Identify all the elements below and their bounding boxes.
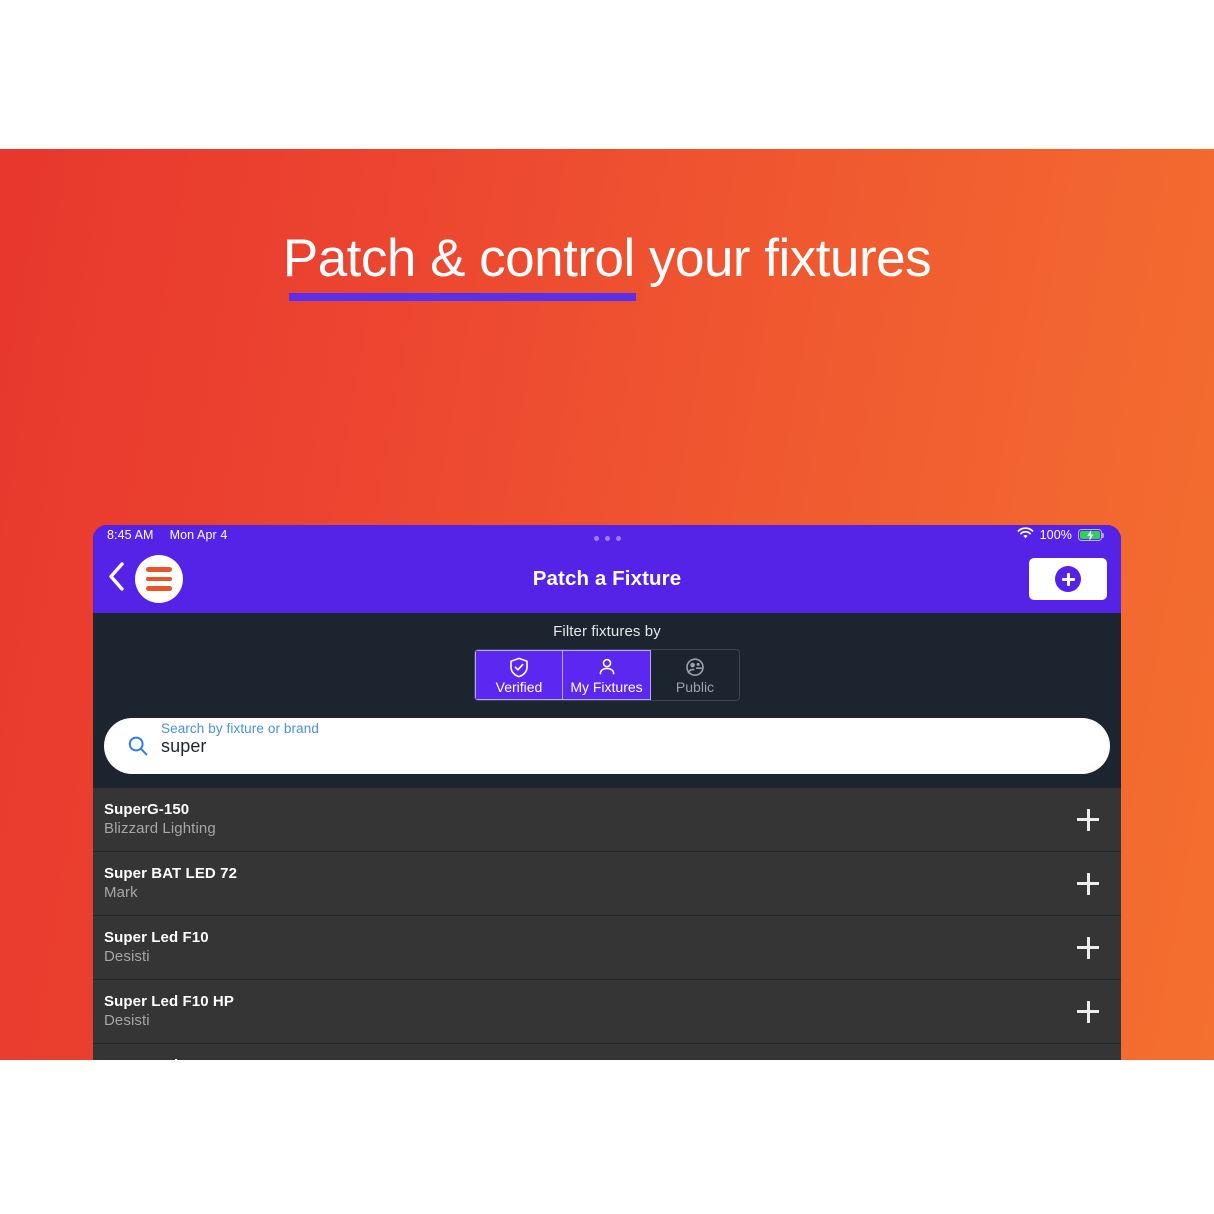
plus-icon[interactable] xyxy=(1077,872,1099,895)
fixture-brand: Desisti xyxy=(104,948,150,966)
table-row[interactable]: Super Led F10 Desisti xyxy=(93,916,1121,980)
filter-section: Filter fixtures by Verified My Fixtures … xyxy=(93,613,1121,718)
search-section: Search by fixture or brand super xyxy=(93,718,1121,788)
hero-banner: Patch & control your fixtures 8:45 AM Mo… xyxy=(0,149,1214,1060)
filter-option-public[interactable]: Public xyxy=(651,650,739,700)
add-fixture-button[interactable] xyxy=(1029,558,1107,600)
multitasking-dots-icon[interactable] xyxy=(93,536,1121,541)
app-navigation-bar: Patch a Fixture xyxy=(93,536,1121,613)
table-row[interactable]: Super Led F10 HP Desisti xyxy=(93,980,1121,1044)
page-title: Patch a Fixture xyxy=(532,567,682,590)
public-group-icon xyxy=(685,657,705,678)
filter-segmented-control: Verified My Fixtures Public xyxy=(93,649,1121,718)
tablet-device-mockup: 8:45 AM Mon Apr 4 100% Patch a Fixture F… xyxy=(93,525,1121,1060)
fixture-name: SuperG-150 xyxy=(104,800,190,818)
search-input[interactable]: Search by fixture or brand super xyxy=(104,718,1110,774)
plus-icon[interactable] xyxy=(1077,936,1099,959)
plus-circle-icon xyxy=(1055,566,1081,592)
hamburger-menu-button[interactable] xyxy=(135,555,183,603)
table-row[interactable]: Super Led F10 VWDesisti xyxy=(93,1044,1121,1060)
search-input-floating-label: Search by fixture or brand xyxy=(161,720,319,736)
fixture-name: Super BAT LED 72 xyxy=(104,864,238,882)
fixture-results-list[interactable]: SuperG-150 Blizzard Lighting Super BAT LED… xyxy=(93,788,1121,1060)
fixture-row-texts: Super Led F10 Desisti xyxy=(104,928,1077,968)
plus-icon[interactable] xyxy=(1077,808,1099,831)
hamburger-menu-icon xyxy=(146,567,172,572)
filter-option-verified-label: Verified xyxy=(495,678,543,695)
hamburger-menu-icon-bar2 xyxy=(146,576,172,582)
table-row[interactable]: SuperG-150 Blizzard Lighting xyxy=(93,788,1121,852)
filter-option-verified[interactable]: Verified xyxy=(475,650,563,700)
search-icon xyxy=(126,734,152,758)
plus-icon[interactable] xyxy=(1077,1000,1099,1023)
fixture-name: Super Led F10 HP xyxy=(104,992,234,1010)
filter-option-my-fixtures[interactable]: My Fixtures xyxy=(563,650,651,700)
headline-wrap: Patch & control your fixtures xyxy=(0,229,1214,288)
fixture-row-texts: Super Led F10 VWDesisti xyxy=(104,1056,1077,1060)
table-row[interactable]: Super BAT LED 72 Mark xyxy=(93,852,1121,916)
page-headline: Patch & control your fixtures xyxy=(282,229,932,288)
filter-section-label: Filter fixtures by xyxy=(553,623,661,640)
fixture-row-texts: Super BAT LED 72 Mark xyxy=(104,864,1077,904)
fixture-row-texts: Super Led F10 HP Desisti xyxy=(104,992,1077,1032)
status-bar: 8:45 AM Mon Apr 4 100% xyxy=(93,525,1121,545)
person-icon xyxy=(597,657,617,678)
page-root: Patch & control your fixtures 8:45 AM Mo… xyxy=(0,0,1214,1214)
filter-option-public-label: Public xyxy=(675,678,715,695)
fixture-row-texts: SuperG-150 Blizzard Lighting xyxy=(104,800,1077,840)
headline-accent-underline xyxy=(289,293,636,301)
shield-check-icon xyxy=(509,657,529,678)
back-button[interactable] xyxy=(99,557,133,601)
chevron-left-icon xyxy=(108,562,125,596)
fixture-brand: Desisti xyxy=(104,1012,150,1030)
fixture-brand: Blizzard Lighting xyxy=(104,820,216,838)
hamburger-menu-icon-bar3 xyxy=(146,586,172,591)
fixture-brand: Mark xyxy=(104,884,138,902)
filter-option-my-fixtures-label: My Fixtures xyxy=(570,678,643,695)
fixture-name: Super Led F10 VW xyxy=(104,1056,1077,1060)
fixture-name: Super Led F10 xyxy=(104,928,209,946)
